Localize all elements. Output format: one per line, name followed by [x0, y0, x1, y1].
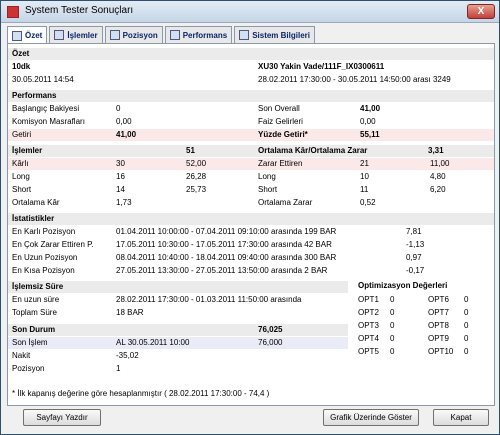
summary-row-1: 10dk XU30 Yakin Vade/111F_IX0300611 [8, 61, 494, 73]
summary-row-2: 30.05.2011 14:54 28.02.2011 17:30:00 - 3… [8, 74, 494, 86]
results-window: System Tester Sonuçları X Özet İşlemler … [0, 0, 500, 435]
stats-row: En Kısa Pozisyon 27.05.2011 13:30:00 - 2… [12, 266, 425, 275]
optimization-header: Optimizasyon Değerleri [358, 281, 448, 290]
performance-row: Komisyon Masrafları 0,00 Faiz Gelirleri … [12, 117, 376, 126]
tab-summary[interactable]: Özet [7, 26, 48, 44]
trades-tab-icon [54, 30, 65, 40]
last-status-row: Son İşlem AL 30.05.2011 10:00 76,000 [8, 337, 348, 349]
stats-row: En Çok Zarar Ettiren P. 17.05.2011 10:30… [12, 240, 425, 249]
trades-row: Short 14 25,73 Short 11 6,20 [12, 185, 446, 194]
title-bar[interactable]: System Tester Sonuçları X [1, 1, 499, 23]
summary-range: 28.02.2011 17:30:00 - 30.05.2011 14:50:0… [258, 75, 451, 84]
tab-bar: Özet İşlemler Pozisyon Performans Sistem… [7, 26, 317, 44]
stats-row: En Uzun Pozisyon 08.04.2011 10:40:00 - 1… [12, 253, 422, 262]
performance-header: Performans [8, 90, 494, 102]
idle-row: Toplam Süre 18 BAR [12, 308, 144, 317]
trades-row: Long 16 26,28 Long 10 4,80 [12, 172, 446, 181]
summary-symbol: XU30 Yakin Vade/111F_IX0300611 [258, 62, 385, 71]
idle-row: En uzun süre 28.02.2011 17:30:00 - 01.03… [12, 295, 302, 304]
summary-date: 30.05.2011 14:54 [12, 75, 74, 84]
idle-header: İşlemsiz Süre [8, 281, 348, 293]
trades-row: Ortalama Kâr 1,73 Ortalama Zarar 0,52 [12, 198, 376, 207]
system-info-tab-icon [239, 30, 250, 40]
print-button[interactable]: Sayfayı Yazdır [23, 409, 101, 426]
stats-row: En Karlı Pozisyon 01.04.2011 10:00:00 - … [12, 227, 422, 236]
tab-position[interactable]: Pozisyon [104, 26, 163, 43]
trades-row: Kârlı 30 52,00 Zarar Ettiren 21 11,00 [8, 158, 494, 170]
performance-row: Getiri 41,00 Yüzde Getiri* 55,11 [8, 129, 494, 141]
performance-tab-icon [169, 30, 180, 40]
stats-header: İstatistikler [8, 213, 494, 225]
performance-row: Başlangıç Bakiyesi 0 Son Overall 41,00 [12, 104, 381, 113]
position-tab-icon [109, 30, 120, 40]
summary-header: Özet [8, 48, 494, 60]
app-icon [7, 6, 19, 18]
window-close-button[interactable]: X [467, 4, 495, 19]
footnote: * İlk kapanış değerine göre hesaplanmışt… [12, 389, 270, 398]
last-status-row: Pozisyon 1 [12, 364, 121, 373]
window-title: System Tester Sonuçları [25, 5, 134, 16]
last-status-header: Son Durum 76,025 [8, 324, 348, 336]
summary-period: 10dk [12, 62, 31, 71]
last-status-row: Nakit -35,02 [12, 351, 139, 360]
summary-panel: Özet 10dk XU30 Yakin Vade/111F_IX0300611… [7, 43, 495, 406]
tab-system-info[interactable]: Sistem Bilgileri [234, 26, 315, 43]
tab-trades[interactable]: İşlemler [49, 26, 103, 43]
trades-header: İşlemler 51 Ortalama Kâr/Ortalama Zarar … [8, 145, 494, 157]
close-button[interactable]: Kapat [433, 409, 489, 426]
summary-tab-icon [12, 30, 22, 41]
tab-performance[interactable]: Performans [164, 26, 233, 43]
show-on-chart-button[interactable]: Grafik Üzerinde Göster [323, 409, 419, 426]
